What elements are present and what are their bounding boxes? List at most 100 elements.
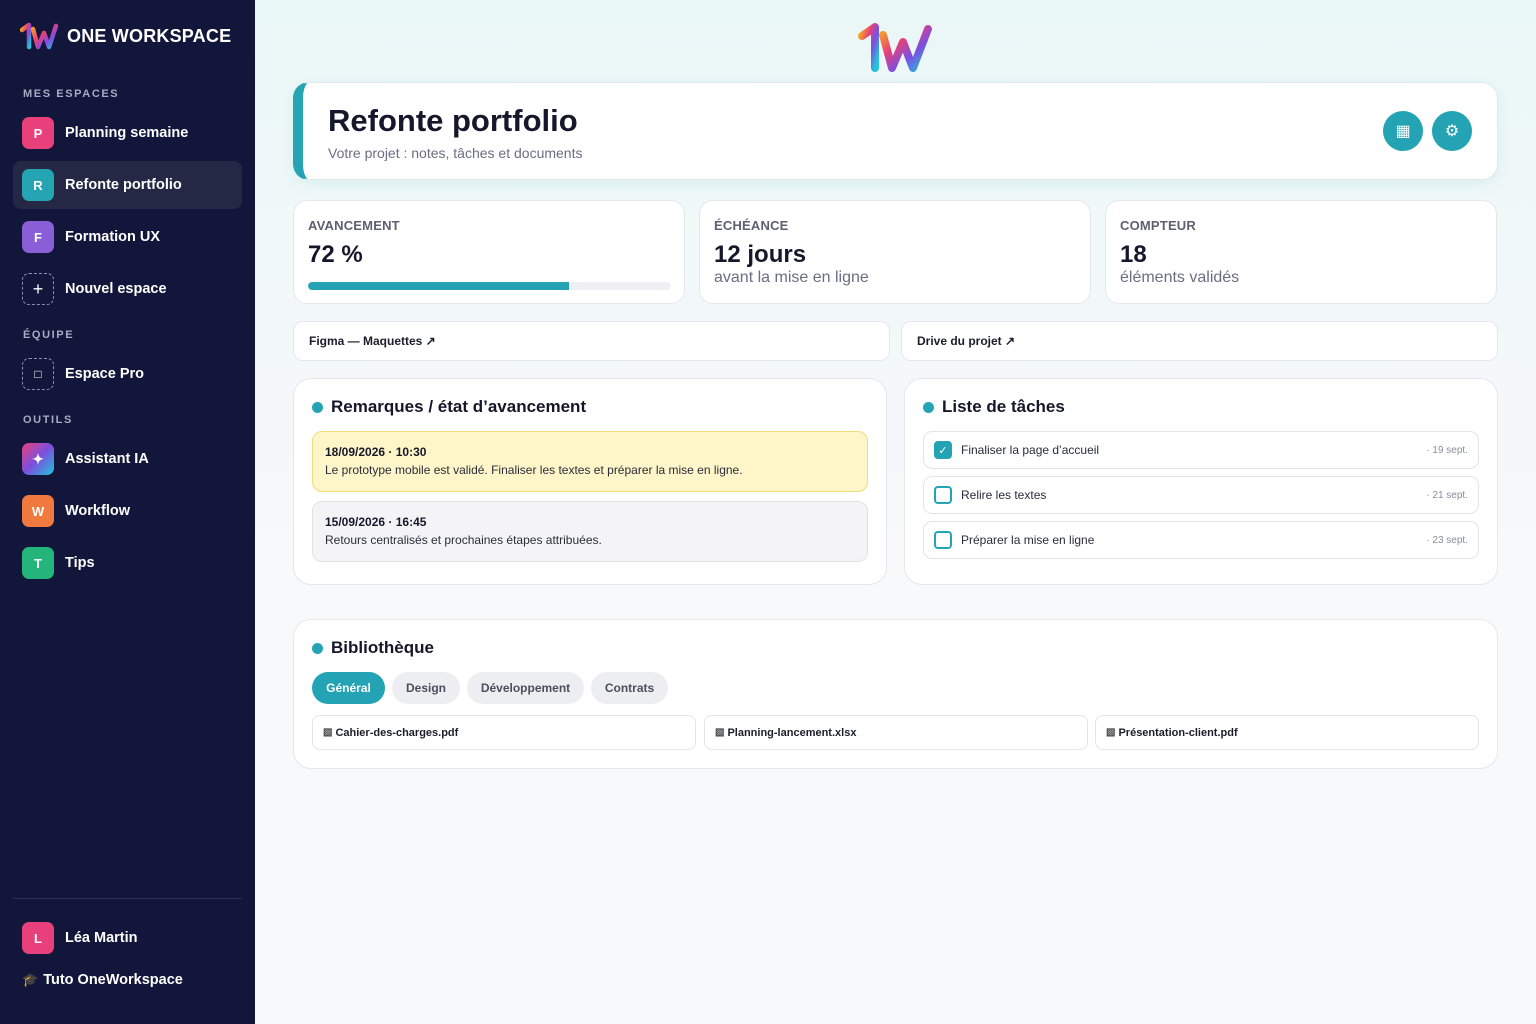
task-label: Finaliser la page d’accueil (961, 443, 1100, 457)
stat-card-deadline: Échéance 12 jours avant la mise en ligne (699, 200, 1091, 304)
square-icon: □ (22, 358, 54, 390)
tab-design[interactable]: Design (392, 672, 460, 704)
user-name: Léa Martin (65, 930, 138, 946)
sidebar-item-planning[interactable]: P Planning semaine (13, 109, 242, 157)
remarks-panel: Remarques / état d’avancement 18/09/2026… (293, 378, 887, 585)
task-date: · 19 sept. (1426, 444, 1468, 456)
page-subtitle: Votre projet : notes, tâches et document… (328, 145, 583, 161)
stat-value: 18 (1120, 241, 1147, 268)
stat-value: 12 jours (714, 241, 807, 268)
drive-link[interactable]: Drive du projet ↗ (901, 321, 1498, 361)
sidebar-item-label: Tips (65, 555, 95, 571)
grid-icon: ▦ (1395, 123, 1411, 140)
section-label-team: ÉQUIPE (23, 329, 75, 341)
panel-title: Bibliothèque (312, 638, 434, 658)
sidebar-item-refonte[interactable]: R Refonte portfolio (13, 161, 242, 209)
tuto-link[interactable]: 🎓 Tuto OneWorkspace (22, 972, 183, 988)
avatar: L (22, 922, 54, 954)
brand-logo-icon (20, 22, 59, 50)
file-icon: ▧ (1106, 727, 1116, 738)
file-name: Planning-lancement.xlsx (727, 726, 857, 739)
tab-general[interactable]: Général (312, 672, 385, 704)
note-date: 18/09/2026 · 10:30 (325, 445, 427, 459)
remarks-title: Remarques / état d’avancement (331, 397, 587, 416)
stat-label: Compteur (1120, 218, 1196, 233)
stat-value: 72 % (308, 241, 363, 268)
panel-title: Liste de tâches (923, 397, 1065, 417)
task-label: Relire les textes (961, 488, 1047, 502)
plus-icon: + (22, 273, 54, 305)
grid-view-button[interactable]: ▦ (1383, 111, 1423, 151)
note-text: Le prototype mobile est validé. Finalise… (325, 463, 743, 477)
library-title: Bibliothèque (331, 638, 434, 657)
sidebar-item-new-space[interactable]: + Nouvel espace (13, 265, 242, 313)
sidebar-item-workflow[interactable]: W Workflow (13, 487, 242, 535)
note-card[interactable]: 15/09/2026 · 16:45 Retours centralisés e… (312, 501, 868, 562)
space-badge: W (22, 495, 54, 527)
tab-developpement[interactable]: Développement (467, 672, 584, 704)
space-badge: P (22, 117, 54, 149)
sidebar-item-espace-pro[interactable]: □ Espace Pro (13, 350, 242, 398)
stat-sub: avant la mise en ligne (714, 269, 869, 286)
progress-bar (308, 282, 671, 290)
figma-link[interactable]: Figma — Maquettes ↗ (293, 321, 890, 361)
file-item[interactable]: ▧ Présentation-client.pdf (1095, 715, 1479, 750)
section-label-tools: OUTILS (23, 414, 73, 426)
project-header-card: Refonte portfolio Votre projet : notes, … (293, 82, 1498, 180)
page-title: Refonte portfolio (328, 103, 578, 138)
sparkle-icon: ✦ (22, 443, 54, 475)
stat-label: Avancement (308, 218, 400, 233)
space-badge: T (22, 547, 54, 579)
brand[interactable]: ONE WORKSPACE (20, 22, 231, 50)
sidebar-item-assistant[interactable]: ✦ Assistant IA (13, 435, 242, 483)
note-card[interactable]: 18/09/2026 · 10:30 Le prototype mobile e… (312, 431, 868, 492)
tasks-title: Liste de tâches (942, 397, 1065, 416)
sidebar-item-label: Formation UX (65, 229, 161, 245)
stat-card-counter: Compteur 18 éléments validés (1105, 200, 1497, 304)
sidebar-item-label: Planning semaine (65, 125, 189, 141)
checkbox[interactable] (934, 486, 952, 504)
tasks-panel: Liste de tâches ✓ Finaliser la page d’ac… (904, 378, 1498, 585)
task-item[interactable]: ✓ Finaliser la page d’accueil · 19 sept. (923, 431, 1479, 469)
user-profile[interactable]: L Léa Martin (13, 914, 242, 962)
library-panel: Bibliothèque Général Design Développemen… (293, 619, 1498, 769)
stat-card-progress: Avancement 72 % (293, 200, 685, 304)
file-name: Présentation-client.pdf (1118, 726, 1238, 739)
task-date: · 23 sept. (1426, 534, 1468, 546)
sidebar-item-label: Espace Pro (65, 366, 144, 382)
checkbox[interactable] (934, 531, 952, 549)
progress-fill (308, 282, 570, 290)
task-item[interactable]: Relire les textes · 21 sept. (923, 476, 1479, 514)
sidebar-item-label: Nouvel espace (65, 281, 167, 297)
brand-name: ONE WORKSPACE (67, 25, 232, 46)
app-logo-icon (858, 23, 932, 72)
space-badge: R (22, 169, 54, 201)
sidebar-item-label: Refonte portfolio (65, 177, 182, 193)
sidebar-item-formation[interactable]: F Formation UX (13, 213, 242, 261)
settings-button[interactable]: ⚙ (1432, 111, 1472, 151)
main-content: Refonte portfolio Votre projet : notes, … (255, 0, 1536, 1024)
tab-contrats[interactable]: Contrats (591, 672, 668, 704)
stat-label: Échéance (714, 218, 789, 233)
gear-icon: ⚙ (1444, 123, 1460, 140)
sidebar-divider (13, 898, 242, 899)
sidebar: ONE WORKSPACE MES ESPACES P Planning sem… (0, 0, 255, 1024)
note-date: 15/09/2026 · 16:45 (325, 515, 427, 529)
space-badge: F (22, 221, 54, 253)
task-date: · 21 sept. (1426, 489, 1468, 501)
sidebar-item-label: Workflow (65, 503, 130, 519)
sidebar-item-tips[interactable]: T Tips (13, 539, 242, 587)
file-item[interactable]: ▧ Cahier-des-charges.pdf (312, 715, 696, 750)
sidebar-item-label: Assistant IA (65, 451, 149, 467)
checkbox-checked[interactable]: ✓ (934, 441, 952, 459)
panel-title: Remarques / état d’avancement (312, 397, 586, 417)
section-label-spaces: MES ESPACES (23, 88, 120, 100)
dot-icon (312, 642, 323, 654)
tuto-label: Tuto OneWorkspace (43, 972, 183, 988)
file-item[interactable]: ▧ Planning-lancement.xlsx (704, 715, 1088, 750)
file-icon: ▧ (323, 727, 333, 738)
dot-icon (312, 401, 323, 413)
note-text: Retours centralisés et prochaines étapes… (325, 533, 602, 547)
stat-sub: éléments validés (1120, 269, 1240, 286)
task-item[interactable]: Préparer la mise en ligne · 23 sept. (923, 521, 1479, 559)
